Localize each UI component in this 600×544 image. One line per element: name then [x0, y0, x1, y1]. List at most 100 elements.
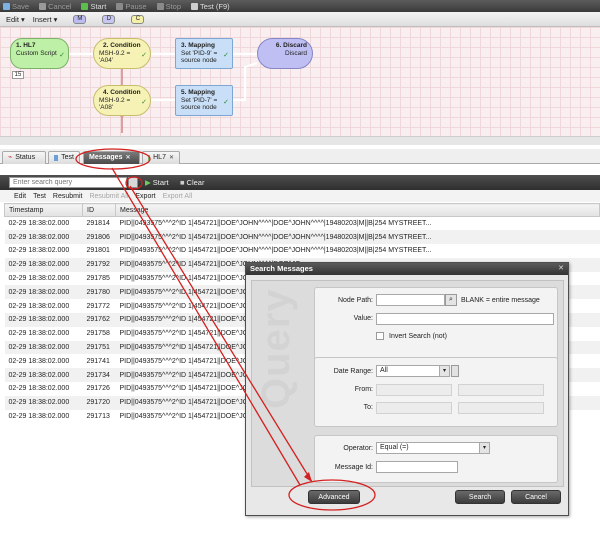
- table-row[interactable]: 02-29 18:38:02.000 291814 PID||0493575^^^2…: [5, 217, 600, 231]
- timestamp-cell: 02-29 18:38:02.000: [8, 413, 70, 421]
- start-button[interactable]: Start: [81, 2, 106, 11]
- node-path-field[interactable]: [376, 294, 445, 306]
- cancel-button[interactable]: Cancel: [39, 2, 71, 11]
- advanced-button[interactable]: Advanced: [308, 490, 360, 504]
- hl7-icon: [148, 155, 151, 161]
- check-icon: ✓: [141, 99, 147, 106]
- message-cell: PID||0493575^^^2^ID 1|454721||DOE^JOHN^^…: [115, 230, 600, 245]
- workflow-node-hl7[interactable]: 1. HL7 Custom Script ✓: [10, 38, 69, 69]
- id-cell: 291720: [82, 395, 116, 410]
- timestamp-cell: 02-29 18:38:02.000: [4, 368, 83, 383]
- to-time-field[interactable]: [458, 402, 544, 414]
- timestamp-cell: 02-29 18:38:02.000: [4, 395, 83, 410]
- close-icon[interactable]: ✕: [125, 152, 130, 164]
- chevron-down-icon: ▾: [21, 14, 25, 24]
- column-timestamp[interactable]: Timestamp: [4, 203, 83, 217]
- from-time-field[interactable]: [458, 384, 544, 396]
- insert-condition-tag[interactable]: C: [131, 14, 145, 24]
- dialog-title: Search Messages: [246, 263, 568, 275]
- id-cell: 291772: [86, 302, 110, 310]
- insert-destination-tag[interactable]: D: [102, 14, 116, 24]
- tab-test[interactable]: Test: [48, 151, 80, 164]
- check-icon: ✓: [223, 52, 229, 59]
- stop-button[interactable]: Stop: [156, 2, 181, 11]
- column-id[interactable]: ID: [82, 203, 116, 217]
- save-icon: [3, 2, 10, 10]
- resubmit-all-action[interactable]: Resubmit All: [89, 193, 128, 200]
- search-icon[interactable]: ⌕: [445, 294, 457, 306]
- search-input[interactable]: [9, 177, 127, 188]
- timestamp-cell: 02-29 18:38:02.000: [8, 330, 70, 338]
- start-search-button[interactable]: ▶ Start: [145, 176, 169, 189]
- play-icon: ▶: [145, 178, 151, 187]
- date-range-select[interactable]: All ▾: [376, 365, 450, 377]
- from-label: From:: [354, 386, 373, 393]
- test-f9-button[interactable]: Test (F9): [191, 2, 230, 11]
- table-header: Timestamp ID Message: [4, 203, 600, 217]
- workflow-node-mapping-5[interactable]: 5. Mapping Set 'PID-7' = source node ✓: [175, 85, 233, 116]
- chevron-down-icon: ▾: [53, 14, 58, 24]
- from-date-field[interactable]: [376, 384, 452, 396]
- export-action[interactable]: Export: [135, 193, 155, 200]
- search-button[interactable]: Search: [455, 490, 505, 504]
- search-toolbar: ▶Start ■Clear: [0, 175, 600, 190]
- id-cell: 291713: [86, 413, 110, 421]
- close-icon[interactable]: ✕: [169, 152, 174, 164]
- insert-menu[interactable]: Insert ▾: [33, 15, 58, 24]
- tab-status[interactable]: ⌁ Status: [2, 151, 46, 164]
- operator-label: Operator:: [343, 445, 373, 452]
- id-cell: 291806: [82, 230, 116, 245]
- node-path-panel: Node Path: ⌕ BLANK = entire message Valu…: [314, 287, 558, 362]
- test-action[interactable]: Test: [33, 193, 46, 200]
- message-id-field[interactable]: [376, 461, 458, 473]
- workflow-node-mapping-3[interactable]: 3. Mapping Set 'PID-9' = source node ✓: [175, 38, 233, 69]
- resubmit-action[interactable]: Resubmit: [53, 193, 83, 200]
- id-cell: 291734: [82, 368, 116, 383]
- timestamp-cell: 02-29 18:38:02.000: [8, 357, 70, 365]
- tab-hl7[interactable]: HL7 ✕: [142, 151, 180, 164]
- cancel-button[interactable]: Cancel: [511, 490, 561, 504]
- message-actions: Edit Test Resubmit Resubmit All Export E…: [0, 190, 600, 202]
- insert-mapping-tag[interactable]: M: [73, 14, 87, 24]
- calendar-icon[interactable]: [451, 365, 459, 377]
- edit-action[interactable]: Edit: [14, 193, 26, 200]
- edit-menu[interactable]: Edit ▾: [6, 15, 25, 24]
- node-path-label: Node Path:: [337, 297, 373, 304]
- clear-search-button[interactable]: ■ Clear: [180, 176, 204, 189]
- workflow-node-condition-a04[interactable]: 2. Condition MSH-9.2 = 'A04' ✓: [93, 38, 151, 69]
- pause-button[interactable]: Pause: [116, 2, 147, 11]
- close-icon[interactable]: ✕: [557, 265, 565, 273]
- cancel-icon: [39, 2, 47, 10]
- check-icon: ✓: [223, 99, 229, 106]
- operator-select[interactable]: Equal (=) ▾: [376, 442, 490, 454]
- message-id-label: Message Id:: [334, 464, 373, 471]
- id-cell: 291780: [82, 285, 116, 300]
- timestamp-cell: 02-29 18:38:02.000: [4, 313, 83, 327]
- timestamp-cell: 02-29 18:38:02.000: [4, 230, 83, 245]
- operator-panel: Operator: Equal (=) ▾ Message Id:: [314, 435, 558, 483]
- message-cell: PID||0493575^^^2^ID 1|454721||DOE^JOHN^^…: [119, 247, 432, 255]
- advanced-search-button[interactable]: [128, 177, 138, 188]
- timestamp-cell: 02-29 18:38:02.000: [8, 302, 70, 310]
- table-row[interactable]: 02-29 18:38:02.000 291806 PID||0493575^^^2…: [4, 230, 600, 245]
- timestamp-cell: 02-29 18:38:02.000: [8, 220, 70, 228]
- value-field[interactable]: [376, 313, 554, 325]
- export-all-action[interactable]: Export All: [163, 193, 193, 200]
- chevron-down-icon: ▾: [439, 366, 449, 376]
- pulse-icon: ⌁: [8, 154, 13, 161]
- id-cell: 291792: [82, 257, 116, 272]
- node-path-hint: BLANK = entire message: [461, 297, 540, 304]
- workflow-node-discard[interactable]: 6. Discard Discard: [257, 38, 313, 69]
- invert-checkbox[interactable]: [376, 332, 384, 340]
- id-cell: 291814: [86, 220, 110, 228]
- table-row[interactable]: 02-29 18:38:02.000 291801 PID||0493575^^^2…: [5, 244, 600, 258]
- tab-messages[interactable]: Messages ✕: [83, 151, 140, 164]
- to-date-field[interactable]: [376, 402, 452, 414]
- column-message[interactable]: Message: [115, 203, 600, 217]
- save-button[interactable]: Save: [3, 2, 29, 11]
- workflow-node-condition-a08[interactable]: 4. Condition MSH-9.2 = 'A08' ✓: [93, 85, 151, 116]
- check-icon: ✓: [59, 52, 65, 59]
- message-cell: PID||0493575^^^2^ID 1|454721||DOE^JOHN^^…: [119, 220, 432, 228]
- timestamp-cell: 02-29 18:38:02.000: [4, 340, 83, 355]
- main-toolbar: Save Cancel Start Pause Stop Test (F9): [0, 0, 600, 12]
